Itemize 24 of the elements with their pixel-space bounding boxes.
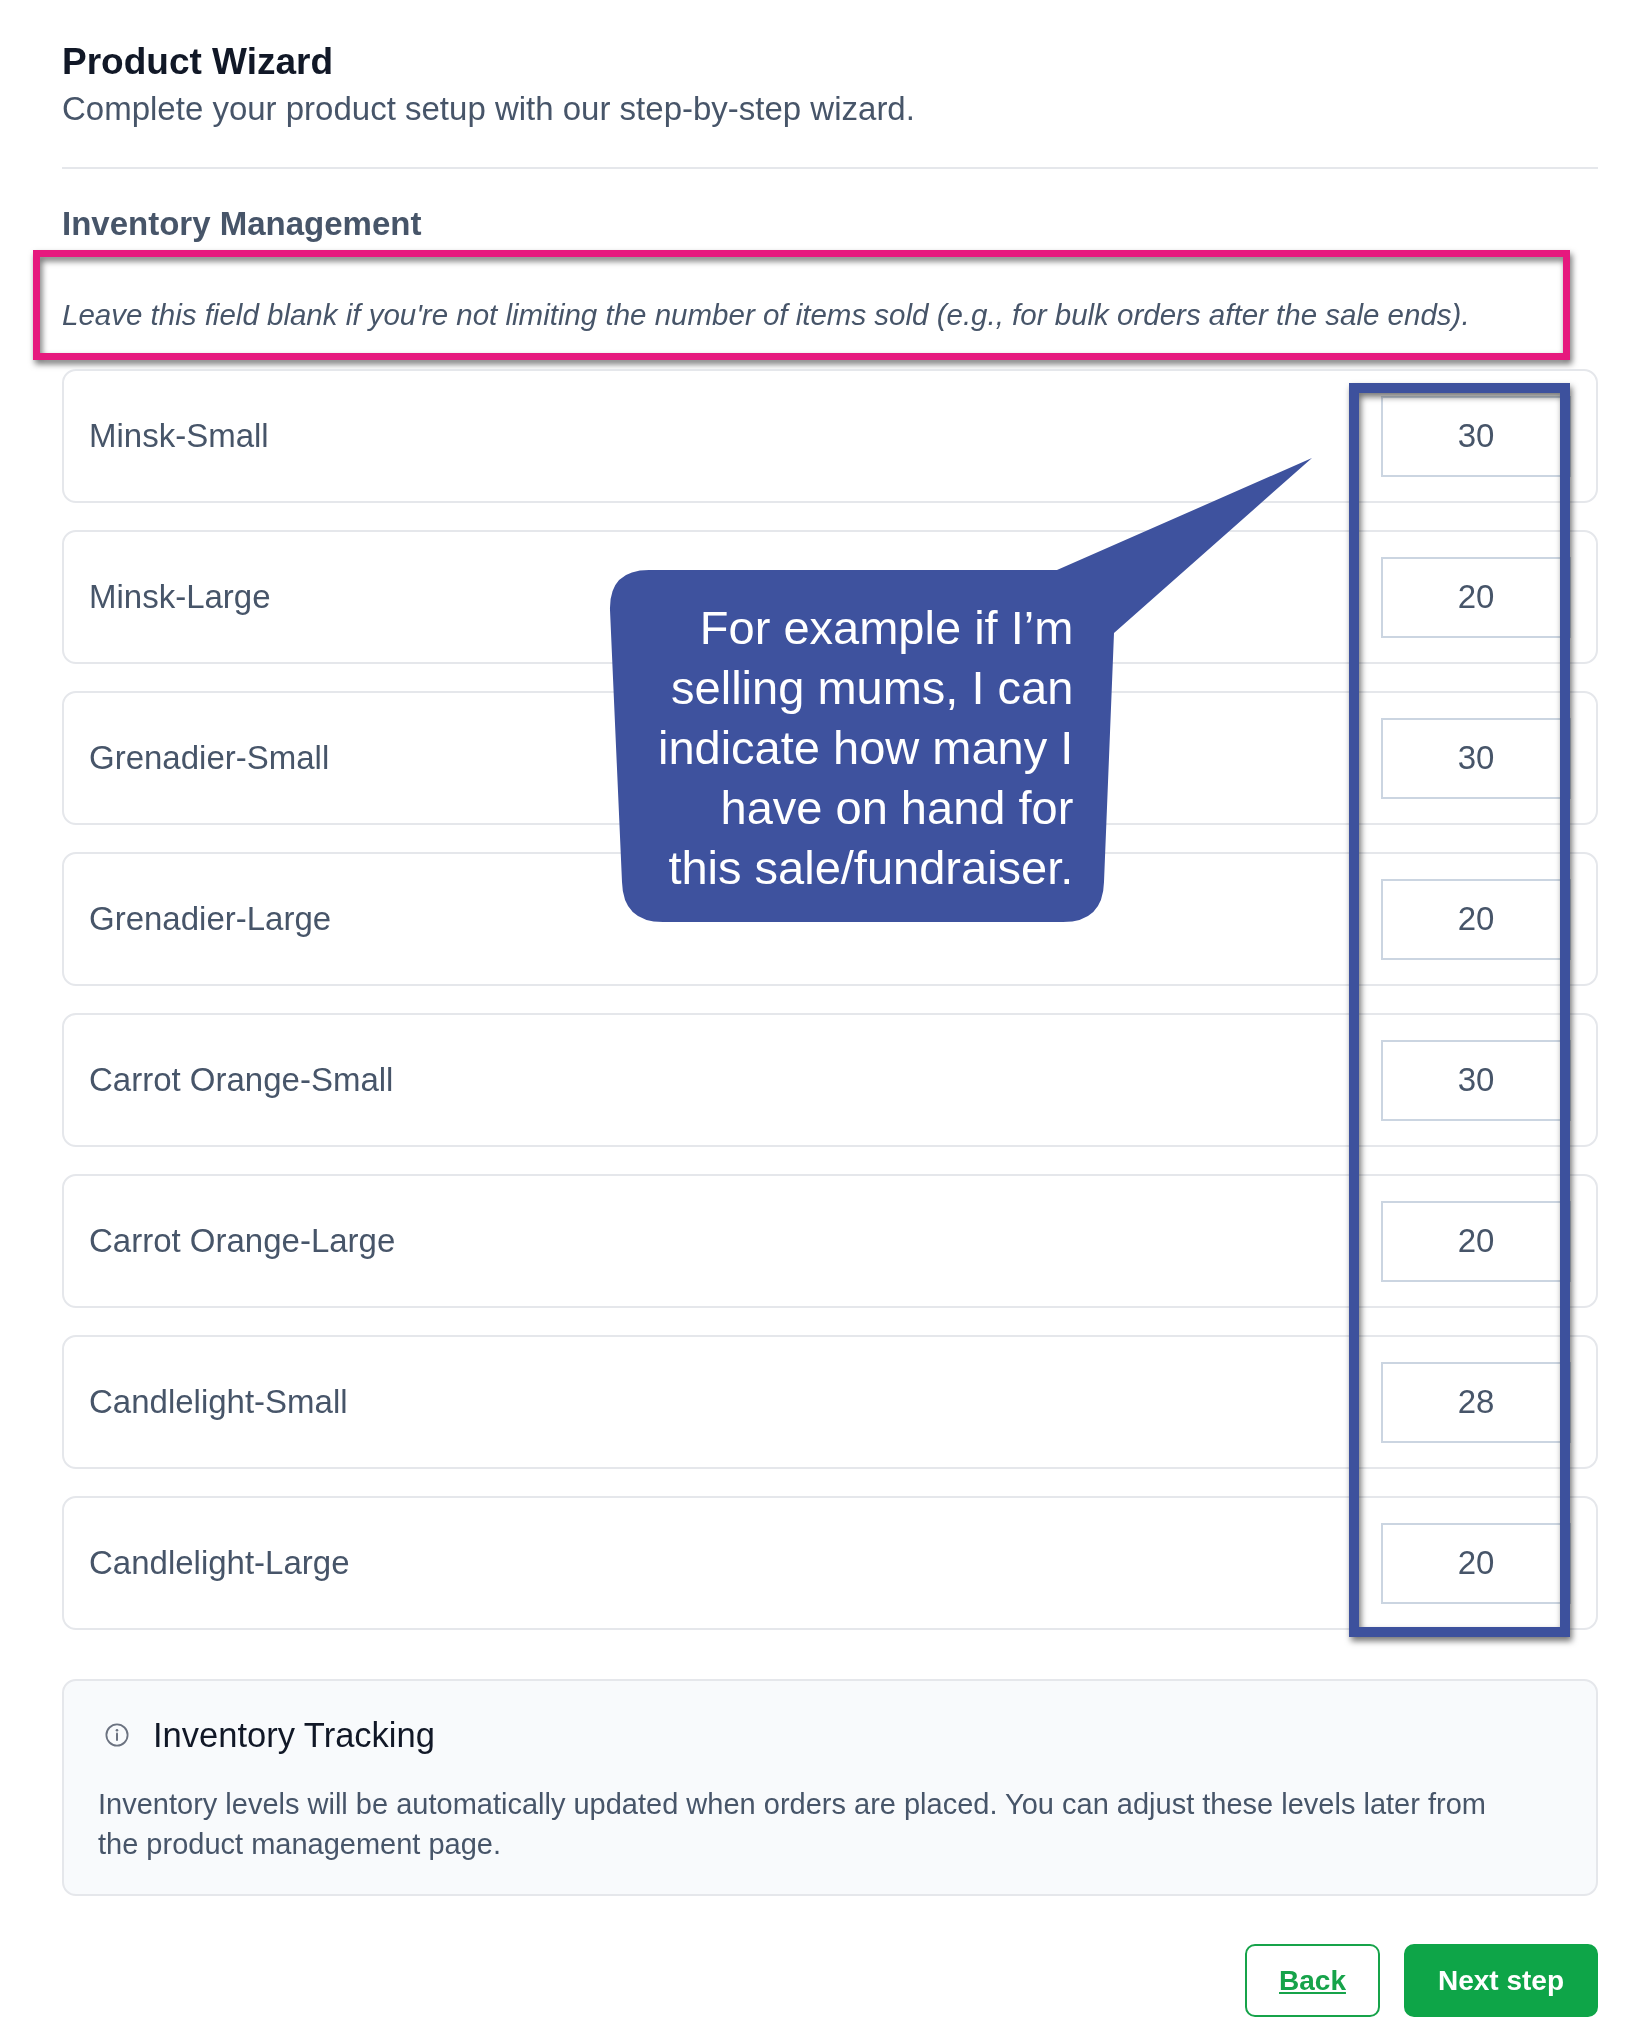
variant-label: Minsk-Small xyxy=(89,416,269,456)
variant-label: Candlelight-Small xyxy=(89,1382,348,1422)
callout-text: For example if I’m selling mums, I can indicate how many I have on hand for this sale/fundraiser. xyxy=(656,600,1074,896)
quantity-input[interactable]: 20 xyxy=(1381,1200,1571,1282)
variant-label: Grenadier-Small xyxy=(89,738,330,778)
variant-label: Carrot Orange-Large xyxy=(89,1221,396,1261)
variant-label: Minsk-Large xyxy=(89,577,271,617)
quantity-input[interactable]: 30 xyxy=(1381,1039,1571,1121)
info-title: Inventory Tracking xyxy=(153,1715,435,1755)
quantity-input[interactable]: 20 xyxy=(1381,556,1571,638)
quantity-input[interactable]: 30 xyxy=(1381,395,1571,477)
quantity-input[interactable]: 30 xyxy=(1381,717,1571,799)
variant-label: Grenadier-Large xyxy=(89,899,332,939)
variant-label: Carrot Orange-Small xyxy=(89,1060,394,1100)
variant-label: Candlelight-Large xyxy=(89,1543,350,1583)
section-heading: Inventory Management xyxy=(62,204,423,244)
quantity-input[interactable]: 20 xyxy=(1381,878,1571,960)
page-title: Product Wizard xyxy=(62,40,334,84)
page-subtitle: Complete your product setup with our step-by-step wizard. xyxy=(62,89,916,129)
quantity-input[interactable]: 28 xyxy=(1381,1361,1571,1443)
hint-text: Leave this field blank if you're not limiting the number of items sold (e.g., for bulk orders after the sale ends). xyxy=(62,297,1471,333)
info-icon xyxy=(105,1723,129,1747)
quantity-input[interactable]: 20 xyxy=(1381,1522,1571,1604)
info-text: Inventory levels will be automatically updated when orders are placed. You can adjust these levels later from the product management page. xyxy=(98,1787,1487,1862)
